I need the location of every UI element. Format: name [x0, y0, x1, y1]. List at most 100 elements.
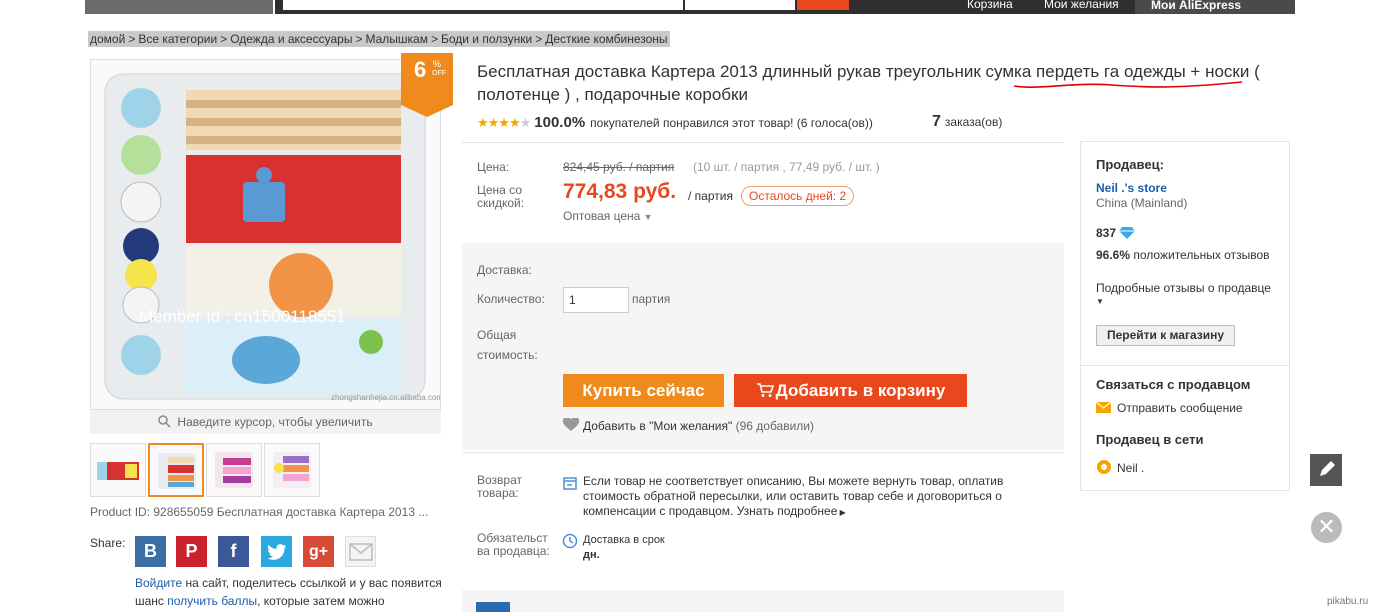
pencil-icon	[1320, 461, 1335, 476]
discount-badge: 6 % OFF	[401, 53, 453, 117]
seller-positive: 96.6% положительных отзывов	[1096, 248, 1276, 263]
discount-value: 6	[414, 57, 427, 82]
bottom-section-bar	[462, 590, 1064, 612]
chevron-down-icon: ▼	[1096, 297, 1104, 306]
facebook-icon[interactable]: f	[218, 536, 249, 567]
orders-label: заказа(ов)	[944, 115, 1003, 129]
breadcrumb-item[interactable]: Все категории	[138, 32, 217, 46]
login-link[interactable]: Войдите	[135, 576, 182, 590]
seller-details-dropdown[interactable]: Подробные отзывы о продавце ▼	[1096, 281, 1281, 306]
add-to-cart-button[interactable]: Добавить в корзину	[734, 374, 967, 407]
seller-heading: Продавец:	[1096, 157, 1164, 172]
breadcrumb-item[interactable]: Малышкам	[365, 32, 428, 46]
badge-tail	[401, 105, 453, 117]
breadcrumb-sep: >	[220, 32, 228, 46]
image-caption: zhongshanhejia.cn.alibaba.com	[331, 393, 441, 402]
search-input[interactable]	[283, 0, 683, 10]
returns-text: Если товар не соответствует описанию, Вы…	[583, 474, 1023, 520]
store-link[interactable]: Neil .'s store	[1096, 181, 1167, 195]
envelope-icon	[1095, 401, 1112, 416]
obligations-text: Доставка в срок дн.	[583, 533, 665, 563]
chevron-down-icon: ▼	[643, 212, 653, 222]
pinterest-icon[interactable]: P	[176, 536, 207, 567]
breadcrumb-item[interactable]: Десткие комбинезоны	[545, 32, 667, 46]
seller-positive-text: положительных отзывов	[1133, 248, 1270, 262]
product-main-image[interactable]: Member Id : cn1500118551 zhongshanhejia.…	[90, 59, 441, 410]
old-price: 824,45 руб. / партия	[563, 160, 675, 174]
price-unit-note: (10 шт. / партия , 77,49 руб. / шт. )	[693, 160, 880, 174]
breadcrumb-sep: >	[535, 32, 543, 46]
thumbnail[interactable]	[264, 443, 320, 497]
wholesale-price-dropdown[interactable]: Оптовая цена ▼	[563, 209, 653, 223]
chat-icon	[1096, 459, 1112, 478]
send-message-link[interactable]: Отправить сообщение	[1095, 401, 1243, 416]
orders-number: 7	[932, 113, 941, 130]
rating-text[interactable]: покупателей понравился этот товар! (6 го…	[590, 116, 873, 130]
buy-now-button[interactable]: Купить сейчас	[563, 374, 724, 407]
online-seller[interactable]: Neil .	[1096, 459, 1144, 478]
vk-icon[interactable]: B	[135, 536, 166, 567]
get-points-link[interactable]: получить баллы	[167, 594, 257, 608]
days-left-badge: Осталось дней: 2	[741, 186, 855, 206]
nav-wishlist[interactable]: Мои желания	[1044, 0, 1119, 11]
seller-score: 837	[1096, 226, 1136, 242]
contact-heading: Связаться с продавцом	[1096, 377, 1251, 392]
breadcrumb-item[interactable]: домой	[90, 32, 125, 46]
breadcrumb-item[interactable]: Боди и ползунки	[441, 32, 532, 46]
top-bar-left	[85, 0, 273, 14]
goto-store-button[interactable]: Перейти к магазину	[1096, 325, 1235, 346]
share-note-tail: , которые затем можно	[257, 594, 385, 608]
rating-stars: ★★★★★	[477, 114, 531, 130]
truck-icon	[476, 602, 510, 612]
search-button[interactable]	[797, 0, 849, 10]
breadcrumb-sep: >	[355, 32, 363, 46]
returns-more-link[interactable]: Узнать подробнее	[737, 504, 838, 518]
twitter-icon[interactable]	[261, 536, 292, 567]
zoom-hint: Наведите курсор, чтобы увеличить	[90, 410, 441, 434]
seller-score-value: 837	[1096, 226, 1117, 240]
discount-price: 774,83 руб.	[563, 180, 677, 203]
red-underline-annotation	[1013, 81, 1243, 88]
share-note: Войдите на сайт, поделитесь ссылкой и у …	[135, 574, 445, 610]
discount-percent: %	[433, 59, 442, 69]
breadcrumb-item[interactable]: Одежда и аксессуары	[230, 32, 352, 46]
wishlist-text: Добавить в "Мои желания"	[583, 419, 733, 433]
online-seller-name: Neil .	[1117, 461, 1145, 475]
return-icon	[563, 476, 577, 495]
shipping-label: Доставка:	[477, 263, 532, 277]
add-to-wishlist[interactable]: Добавить в "Мои желания" (96 добавили)	[562, 416, 814, 435]
share-label: Share:	[90, 536, 126, 550]
close-icon: ✕	[1317, 514, 1336, 539]
breadcrumb-sep: >	[430, 32, 438, 46]
thumbnail[interactable]	[90, 443, 146, 497]
close-button[interactable]: ✕	[1311, 512, 1342, 543]
product-id: Product ID: 928655059 Бесплатная доставк…	[90, 505, 429, 519]
chevron-right-icon: ▶	[837, 508, 846, 517]
email-icon[interactable]	[345, 536, 376, 567]
quantity-unit: партия	[632, 292, 671, 306]
nav-cart[interactable]: Корзина	[967, 0, 1013, 11]
wholesale-label: Оптовая цена	[563, 209, 641, 223]
divider	[462, 142, 1064, 143]
divider	[1081, 365, 1289, 366]
obligations-line1: Доставка в срок	[583, 534, 665, 546]
thumbnail[interactable]	[206, 443, 262, 497]
total-label: Общая стоимость:	[477, 328, 538, 362]
seller-positive-pct: 96.6%	[1096, 248, 1131, 262]
rating-percent: 100.0%	[534, 114, 586, 131]
edit-pencil-button[interactable]	[1310, 454, 1342, 486]
add-to-cart-label: Добавить в корзину	[775, 381, 946, 400]
search-category-select[interactable]	[685, 0, 795, 10]
price-label: Цена:	[477, 160, 510, 174]
seller-details-text: Подробные отзывы о продавце	[1096, 281, 1271, 295]
googleplus-icon[interactable]: g+	[303, 536, 334, 567]
heart-icon	[562, 416, 580, 435]
seller-country: China (Mainland)	[1096, 196, 1188, 210]
product-photo: Member Id : cn1500118551 zhongshanhejia.…	[104, 73, 441, 402]
thumbnail-active[interactable]	[148, 443, 204, 497]
breadcrumb: домой > Все категории > Одежда и аксессуары >…	[88, 31, 670, 47]
nav-my-aliexpress[interactable]: Мои AliExpress	[1135, 0, 1295, 14]
zoom-hint-text: Наведите курсор, чтобы увеличить	[177, 415, 373, 429]
quantity-input[interactable]: 1	[563, 287, 629, 313]
breadcrumb-sep: >	[128, 32, 136, 46]
